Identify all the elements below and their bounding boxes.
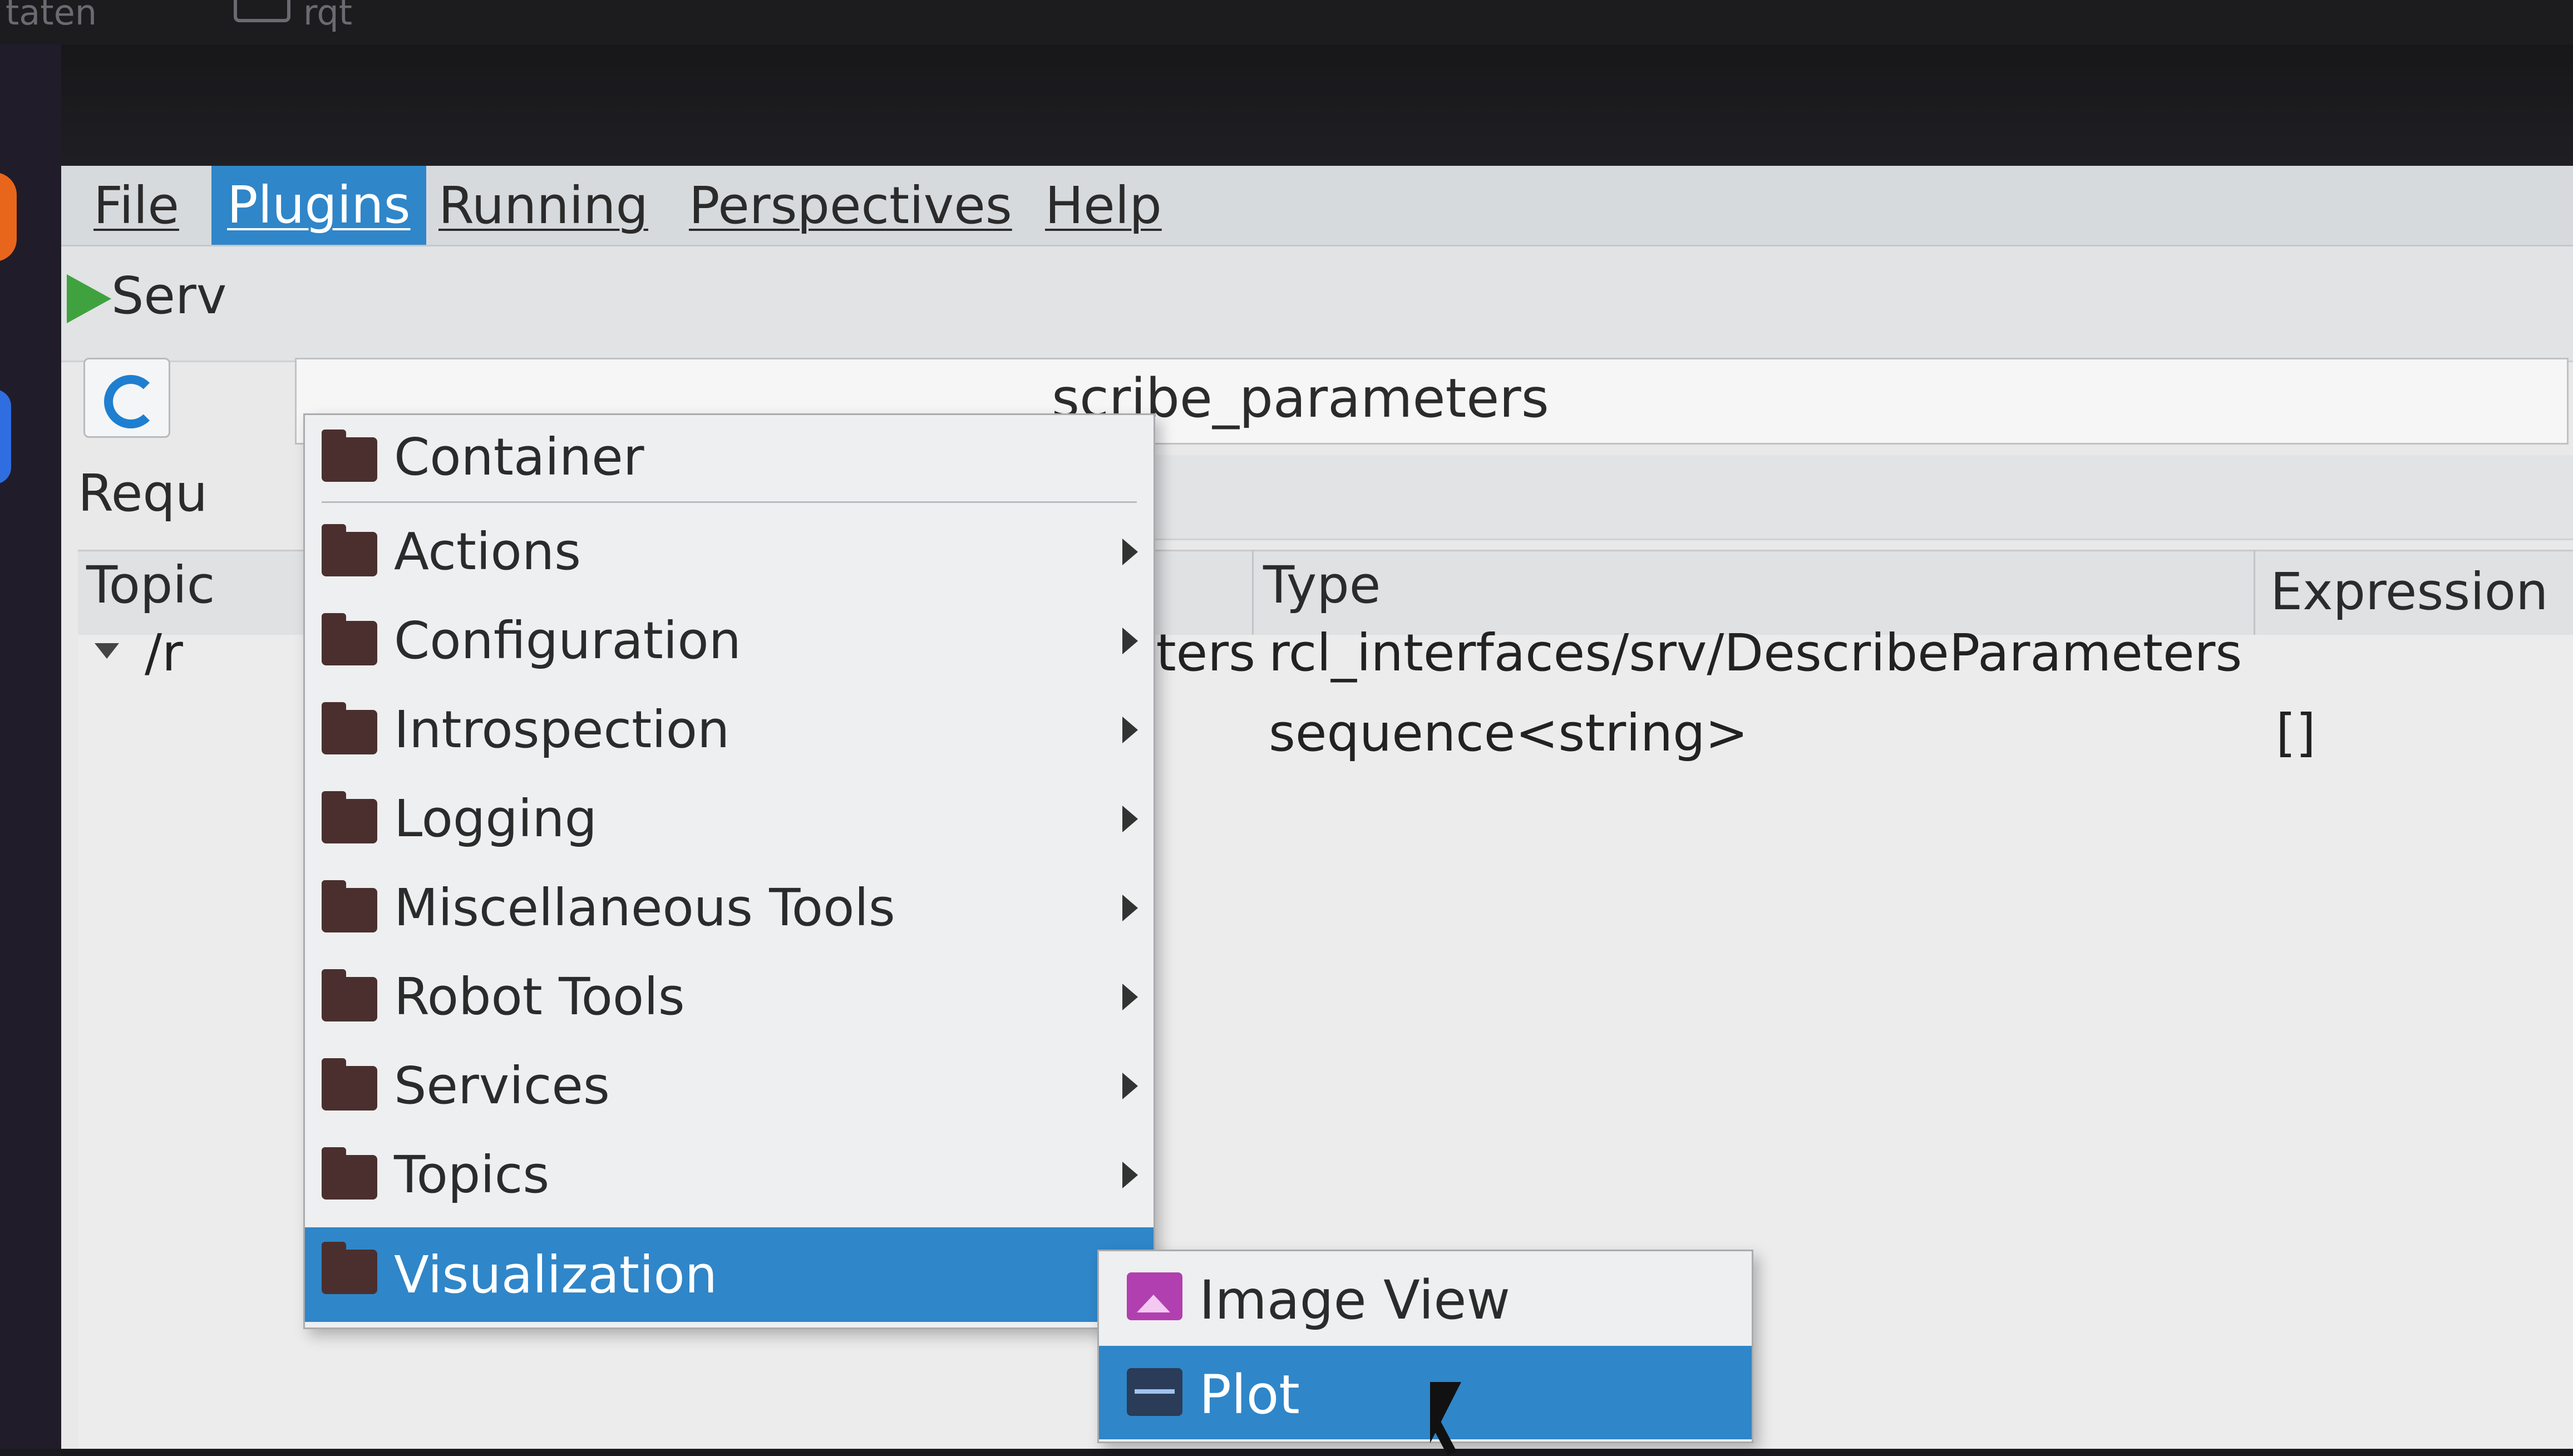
- row-topic[interactable]: /r: [145, 623, 183, 683]
- column-divider[interactable]: [2254, 550, 2255, 635]
- menu-item-robot-tools[interactable]: Robot Tools: [305, 955, 1154, 1038]
- submenu-arrow-icon: [1122, 628, 1138, 654]
- folder-icon: [322, 1147, 377, 1200]
- plugin-title: Serv: [111, 266, 227, 325]
- top-bar-left-text: taten: [6, 0, 97, 33]
- menu-plugins[interactable]: Plugins: [211, 166, 426, 245]
- folder-icon: [322, 613, 377, 665]
- menu-item-label: Robot Tools: [394, 967, 685, 1026]
- folder-icon: [322, 1058, 377, 1110]
- menu-item-label: Configuration: [394, 611, 741, 670]
- column-type[interactable]: Type: [1263, 555, 1381, 615]
- submenu-arrow-icon: [1122, 984, 1138, 1010]
- folder-icon: [322, 702, 377, 754]
- menu-item-label: Logging: [394, 789, 597, 848]
- dock-app-icon[interactable]: [0, 389, 11, 484]
- image-view-icon: [1127, 1272, 1182, 1320]
- plugin-toolbar: [61, 246, 2573, 362]
- column-topic[interactable]: Topic: [86, 555, 215, 615]
- menu-file[interactable]: File: [78, 179, 195, 233]
- menu-item-plot[interactable]: Plot: [1099, 1346, 1752, 1439]
- mouse-cursor-icon: [1430, 1382, 1461, 1443]
- menu-item-label: Container: [394, 427, 644, 487]
- folder-icon: [322, 430, 377, 482]
- menu-item-image-view[interactable]: Image View: [1099, 1251, 1752, 1345]
- submenu-arrow-icon: [1122, 539, 1138, 565]
- menu-item-label: Actions: [394, 522, 581, 581]
- folder-icon: [322, 880, 377, 932]
- menu-separator: [322, 501, 1137, 503]
- row-expression[interactable]: []: [2276, 703, 2316, 763]
- menu-item-introspection[interactable]: Introspection: [305, 688, 1154, 771]
- menu-item-actions[interactable]: Actions: [305, 510, 1154, 593]
- submenu-arrow-icon: [1122, 717, 1138, 743]
- submenu-arrow-icon: [1122, 895, 1138, 921]
- menu-running[interactable]: Running: [423, 179, 664, 233]
- folder-icon: [322, 969, 377, 1021]
- menu-item-label: Miscellaneous Tools: [394, 878, 895, 937]
- menu-help[interactable]: Help: [1029, 179, 1177, 233]
- menu-perspectives[interactable]: Perspectives: [673, 179, 1028, 233]
- plot-icon: [1127, 1368, 1182, 1416]
- menu-item-visualization[interactable]: Visualization: [305, 1227, 1154, 1322]
- submenu-arrow-icon: [1122, 1162, 1138, 1188]
- refresh-button[interactable]: [83, 358, 170, 438]
- folder-icon: [322, 524, 377, 576]
- menu-item-configuration[interactable]: Configuration: [305, 599, 1154, 682]
- top-bar-app-name: rqt: [303, 0, 353, 33]
- menu-item-services[interactable]: Services: [305, 1044, 1154, 1127]
- top-bar: taten rqt: [0, 0, 2573, 45]
- plugins-dropdown: Container Actions Configuration Introspe…: [303, 413, 1155, 1329]
- row-type[interactable]: sequence<string>: [1269, 703, 1748, 763]
- request-bar: [1091, 455, 2573, 540]
- visualization-submenu: Image View Plot: [1097, 1250, 1753, 1443]
- menu-item-miscellaneous-tools[interactable]: Miscellaneous Tools: [305, 866, 1154, 949]
- app-icon: [234, 0, 290, 22]
- request-label: Requ: [78, 463, 208, 523]
- menu-item-label: Image View: [1199, 1269, 1510, 1331]
- submenu-arrow-icon: [1122, 1073, 1138, 1099]
- submenu-arrow-icon: [1122, 806, 1138, 832]
- column-expression[interactable]: Expression: [2270, 562, 2548, 621]
- dock-firefox-icon[interactable]: [0, 172, 17, 261]
- row-type[interactable]: rcl_interfaces/srv/DescribeParameters: [1269, 623, 2242, 683]
- expand-arrow-icon[interactable]: [95, 643, 119, 659]
- menu-item-label: Plot: [1199, 1364, 1300, 1426]
- menu-item-container[interactable]: Container: [305, 415, 1154, 499]
- refresh-icon: [104, 375, 157, 428]
- folder-icon: [322, 1242, 377, 1294]
- left-dock: [0, 45, 61, 1449]
- column-divider[interactable]: [1252, 550, 1254, 635]
- menu-item-label: Visualization: [394, 1245, 718, 1305]
- menu-item-label: Introspection: [394, 700, 730, 759]
- menu-item-topics[interactable]: Topics: [305, 1133, 1154, 1216]
- folder-icon: [322, 791, 377, 843]
- menu-item-label: Services: [394, 1056, 610, 1116]
- menu-item-logging[interactable]: Logging: [305, 777, 1154, 860]
- menu-item-label: Topics: [394, 1145, 550, 1205]
- play-icon: [67, 274, 111, 323]
- menu-bar: File Plugins Running Perspectives Help: [61, 166, 2573, 246]
- rqt-window: File Plugins Running Perspectives Help S…: [61, 166, 2573, 1449]
